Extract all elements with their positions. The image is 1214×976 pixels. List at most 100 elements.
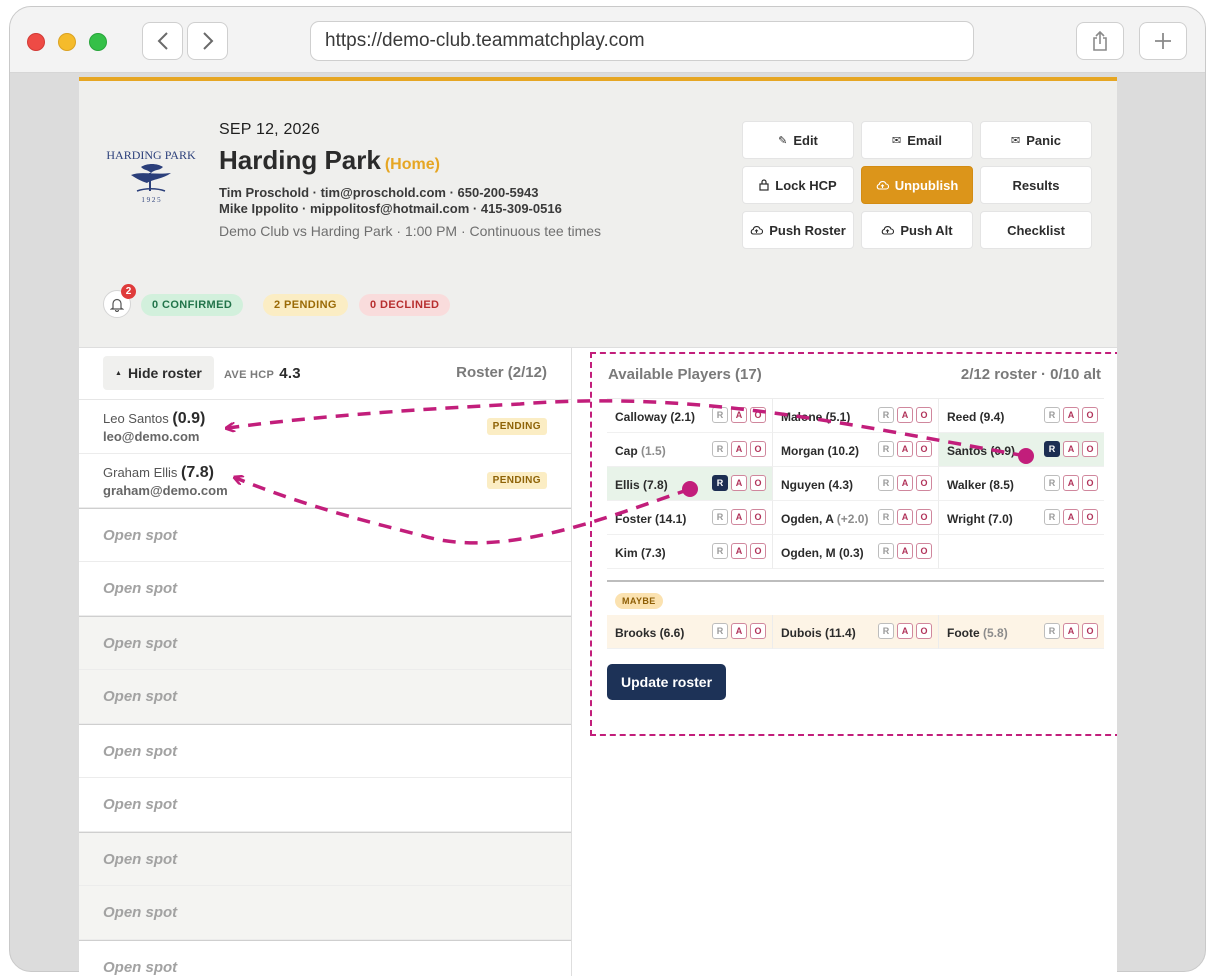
out-toggle[interactable]: O [916, 475, 932, 491]
roster-slot-open[interactable]: Open spot [79, 778, 571, 832]
out-toggle[interactable]: O [750, 543, 766, 559]
roster-toggle[interactable]: R [878, 407, 894, 423]
player-cell[interactable]: Dubois (11.4) R A O [773, 615, 939, 649]
alternate-toggle[interactable]: A [1063, 441, 1079, 457]
out-toggle[interactable]: O [916, 441, 932, 457]
roster-slot-open[interactable]: Open spot [79, 886, 571, 940]
roster-toggle[interactable]: R [878, 509, 894, 525]
notifications-button[interactable]: 2 [103, 284, 136, 318]
roster-toggle[interactable]: R [1044, 623, 1060, 639]
alternate-toggle[interactable]: A [897, 441, 913, 457]
roster-toggle[interactable]: R [878, 543, 894, 559]
out-toggle[interactable]: O [750, 509, 766, 525]
roster-toggle[interactable]: R [878, 441, 894, 457]
checklist-button[interactable]: Checklist [980, 211, 1092, 249]
update-roster-button[interactable]: Update roster [607, 664, 727, 700]
unpublish-button[interactable]: Unpublish [861, 166, 973, 204]
player-cell[interactable]: Walker (8.5) R A O [939, 467, 1104, 501]
player-cell[interactable]: Foster (14.1) R A O [607, 501, 773, 535]
player-cell[interactable]: Ogden, A (+2.0) R A O [773, 501, 939, 535]
edit-button[interactable]: ✎ Edit [742, 121, 854, 159]
out-toggle[interactable]: O [1082, 623, 1098, 639]
roster-toggle[interactable]: R [712, 441, 728, 457]
out-toggle[interactable]: O [1082, 475, 1098, 491]
push-roster-button[interactable]: Push Roster [742, 211, 854, 249]
alternate-toggle[interactable]: A [731, 623, 747, 639]
player-cell[interactable]: Kim (7.3) R A O [607, 535, 773, 569]
alternate-toggle[interactable]: A [897, 509, 913, 525]
back-button[interactable] [142, 22, 183, 60]
new-tab-button[interactable] [1139, 22, 1187, 60]
player-cell[interactable]: Brooks (6.6) R A O [607, 615, 773, 649]
roster-toggle[interactable]: R [712, 623, 728, 639]
roster-slot-open[interactable]: Open spot [79, 832, 571, 886]
roster-slot-open[interactable]: Open spot [79, 670, 571, 724]
panic-button[interactable]: ✉ Panic [980, 121, 1092, 159]
svg-text:1 9 2 5: 1 9 2 5 [141, 196, 161, 204]
roster-toggle[interactable]: R [878, 475, 894, 491]
out-toggle[interactable]: O [916, 509, 932, 525]
out-toggle[interactable]: O [750, 407, 766, 423]
out-toggle[interactable]: O [916, 543, 932, 559]
roster-toggle[interactable]: R [712, 543, 728, 559]
out-toggle[interactable]: O [1082, 441, 1098, 457]
player-cell[interactable]: Malone (5.1) R A O [773, 399, 939, 433]
roster-toggle[interactable]: R [878, 623, 894, 639]
player-cell[interactable]: Morgan (10.2) R A O [773, 433, 939, 467]
push-alt-button[interactable]: Push Alt [861, 211, 973, 249]
share-button[interactable] [1076, 22, 1124, 60]
alternate-toggle[interactable]: A [731, 509, 747, 525]
email-button[interactable]: ✉ Email [861, 121, 973, 159]
hide-roster-button[interactable]: ▲ Hide roster [103, 356, 214, 390]
address-bar[interactable]: https://demo-club.teammatchplay.com [310, 21, 974, 61]
close-window-button[interactable] [27, 33, 45, 51]
roster-toggle[interactable]: R [1044, 509, 1060, 525]
alternate-toggle[interactable]: A [731, 407, 747, 423]
player-cell[interactable]: Ellis (7.8) R A O [607, 467, 773, 501]
roster-toggle[interactable]: R [712, 407, 728, 423]
roster-toggle[interactable]: R [712, 475, 728, 491]
out-toggle[interactable]: O [750, 475, 766, 491]
out-toggle[interactable]: O [916, 623, 932, 639]
alternate-toggle[interactable]: A [1063, 623, 1079, 639]
player-cell[interactable]: Ogden, M (0.3) R A O [773, 535, 939, 569]
player-cell[interactable]: Cap (1.5) R A O [607, 433, 773, 467]
alternate-toggle[interactable]: A [897, 475, 913, 491]
minimize-window-button[interactable] [58, 33, 76, 51]
roster-toggle[interactable]: R [1044, 475, 1060, 491]
roster-slot-open[interactable]: Open spot [79, 508, 571, 562]
alternate-toggle[interactable]: A [1063, 475, 1079, 491]
forward-button[interactable] [187, 22, 228, 60]
roster-slot-open[interactable]: Open spot [79, 616, 571, 670]
roster-toggle[interactable]: R [712, 509, 728, 525]
lock-hcp-button[interactable]: Lock HCP [742, 166, 854, 204]
alternate-toggle[interactable]: A [897, 623, 913, 639]
alternate-toggle[interactable]: A [731, 441, 747, 457]
out-toggle[interactable]: O [1082, 407, 1098, 423]
out-toggle[interactable]: O [750, 623, 766, 639]
player-cell[interactable]: Calloway (2.1) R A O [607, 399, 773, 433]
alternate-toggle[interactable]: A [731, 475, 747, 491]
out-toggle[interactable]: O [916, 407, 932, 423]
player-cell[interactable]: Reed (9.4) R A O [939, 399, 1104, 433]
alternate-toggle[interactable]: A [1063, 509, 1079, 525]
roster-slot-open[interactable]: Open spot [79, 940, 571, 976]
roster-toggle[interactable]: R [1044, 407, 1060, 423]
player-cell[interactable]: Wright (7.0) R A O [939, 501, 1104, 535]
maximize-window-button[interactable] [89, 33, 107, 51]
out-toggle[interactable]: O [1082, 509, 1098, 525]
roster-slot-open[interactable]: Open spot [79, 724, 571, 778]
roster-slot-player[interactable]: Leo Santos (0.9) leo@demo.com PENDING [79, 400, 571, 454]
player-cell[interactable]: Foote (5.8) R A O [939, 615, 1104, 649]
alternate-toggle[interactable]: A [897, 543, 913, 559]
roster-slot-player[interactable]: Graham Ellis (7.8) graham@demo.com PENDI… [79, 454, 571, 508]
roster-toggle[interactable]: R [1044, 441, 1060, 457]
alternate-toggle[interactable]: A [897, 407, 913, 423]
player-cell[interactable]: Santos (0.9) R A O [939, 433, 1104, 467]
alternate-toggle[interactable]: A [731, 543, 747, 559]
player-cell[interactable]: Nguyen (4.3) R A O [773, 467, 939, 501]
out-toggle[interactable]: O [750, 441, 766, 457]
alternate-toggle[interactable]: A [1063, 407, 1079, 423]
roster-slot-open[interactable]: Open spot [79, 562, 571, 616]
results-button[interactable]: Results [980, 166, 1092, 204]
